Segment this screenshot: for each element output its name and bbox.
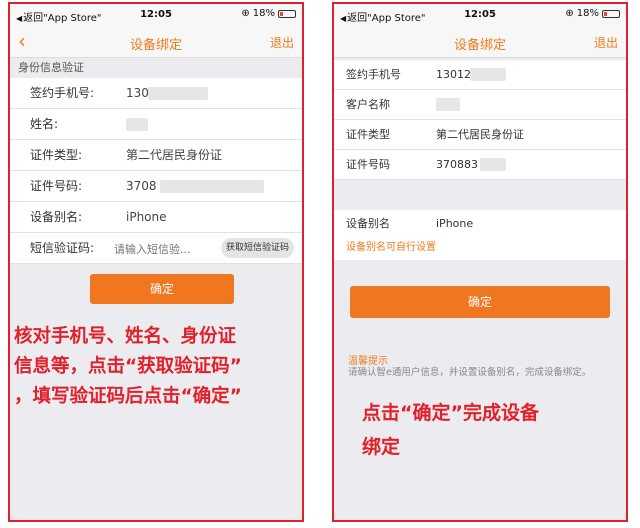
- section-header: 身份信息验证: [10, 58, 302, 78]
- id-number-label: 证件号码: [346, 158, 390, 171]
- id-number-value: 3708: [126, 179, 157, 193]
- page-title: 设备绑定: [129, 38, 182, 53]
- phone-screen-left: ◀返回"App Store" 12:05 ⊕ 18% ‹ 设备绑定 退出 身份信…: [8, 2, 304, 522]
- info-row-id-number: 证件号码 370883: [334, 150, 626, 180]
- form-row-alias: 设备别名: iPhone: [10, 202, 302, 233]
- info-row-phone: 签约手机号 13012: [334, 60, 626, 90]
- name-label: 姓名:: [30, 117, 59, 131]
- masked-info: [126, 118, 148, 131]
- id-type-label: 证件类型:: [30, 148, 83, 162]
- form-row-id-type: 证件类型: 第二代居民身份证: [10, 140, 302, 171]
- get-sms-code-button[interactable]: 获取短信验证码: [220, 238, 294, 258]
- nav-bar: ‹ 设备绑定 退出: [10, 26, 302, 58]
- instruction-line: 核对手机号、姓名、身份证: [14, 326, 237, 347]
- identity-form: 签约手机号: 130 姓名: 证件类型: 第二代居民身份证 证件号码: 3708…: [10, 78, 302, 264]
- confirm-button[interactable]: 确定: [350, 286, 610, 318]
- instruction-line: ，填写验证码后点击“确定”: [14, 386, 242, 407]
- exit-button[interactable]: 退出: [594, 34, 618, 51]
- masked-info: [470, 68, 506, 81]
- user-info-list: 签约手机号 13012 客户名称 证件类型 第二代居民身份证 证件号码 3708…: [334, 60, 626, 180]
- phone-label: 签约手机号: [346, 68, 401, 81]
- id-type-value: 第二代居民身份证: [126, 148, 223, 162]
- alias-value[interactable]: iPhone: [436, 210, 473, 238]
- instruction-line: 绑定: [362, 436, 401, 458]
- customer-label: 客户名称: [346, 98, 390, 111]
- alias-value: iPhone: [126, 210, 167, 224]
- alias-row: 设备别名 iPhone: [334, 210, 626, 238]
- phone-screen-right: ◀返回"App Store" 12:05 ⊕ 18% 设备绑定 退出 签约手机号…: [332, 2, 628, 522]
- alias-label: 设备别名:: [30, 210, 83, 224]
- form-row-sms: 短信验证码: 获取短信验证码: [10, 233, 302, 264]
- info-row-customer: 客户名称: [334, 90, 626, 120]
- phone-value: 13012: [436, 68, 471, 81]
- tip-title: 温馨提示: [348, 356, 388, 367]
- masked-info: [160, 180, 264, 193]
- nav-bar: 设备绑定 退出: [334, 26, 626, 58]
- battery-icon: [602, 9, 620, 18]
- form-row-id-number: 证件号码: 3708: [10, 171, 302, 202]
- exit-button[interactable]: 退出: [270, 34, 294, 51]
- masked-info: [480, 158, 506, 171]
- id-type-label: 证件类型: [346, 128, 390, 141]
- sms-code-input[interactable]: [112, 239, 222, 259]
- battery-percent: 18%: [576, 8, 599, 19]
- confirm-button[interactable]: 确定: [90, 274, 234, 304]
- sms-label: 短信验证码:: [30, 241, 95, 255]
- form-row-name: 姓名:: [10, 109, 302, 140]
- page-title: 设备绑定: [453, 38, 506, 53]
- status-right: ⊕ 18%: [565, 8, 620, 19]
- instruction-line: 信息等，点击“获取验证码”: [14, 356, 242, 377]
- rotation-lock-icon: ⊕: [565, 8, 574, 19]
- alias-hint: 设备别名可自行设置: [346, 242, 436, 253]
- alias-label: 设备别名: [346, 217, 390, 230]
- alias-section: 设备别名 iPhone 设备别名可自行设置: [334, 210, 626, 260]
- masked-info: [436, 98, 460, 111]
- status-right: ⊕ 18%: [241, 8, 296, 19]
- phone-value: 130: [126, 86, 149, 100]
- battery-percent: 18%: [252, 8, 275, 19]
- instruction-text: 核对手机号、姓名、身份证 信息等，点击“获取验证码” ，填写验证码后点击“确定”: [14, 322, 242, 412]
- id-type-value: 第二代居民身份证: [436, 128, 524, 141]
- battery-icon: [278, 9, 296, 18]
- instruction-text: 点击“确定”完成设备 绑定: [362, 396, 539, 464]
- instruction-line: 点击“确定”完成设备: [362, 402, 539, 424]
- masked-info: [148, 87, 208, 100]
- tip-text: 请确认智e通用户信息，并设置设备别名，完成设备绑定。: [348, 367, 592, 378]
- form-row-phone: 签约手机号: 130: [10, 78, 302, 109]
- info-row-id-type: 证件类型 第二代居民身份证: [334, 120, 626, 150]
- status-bar: ◀返回"App Store" 12:05 ⊕ 18%: [10, 4, 302, 26]
- phone-label: 签约手机号:: [30, 86, 95, 100]
- id-number-label: 证件号码:: [30, 179, 83, 193]
- status-bar: ◀返回"App Store" 12:05 ⊕ 18%: [334, 4, 626, 26]
- id-number-value: 370883: [436, 158, 478, 171]
- rotation-lock-icon: ⊕: [241, 8, 250, 19]
